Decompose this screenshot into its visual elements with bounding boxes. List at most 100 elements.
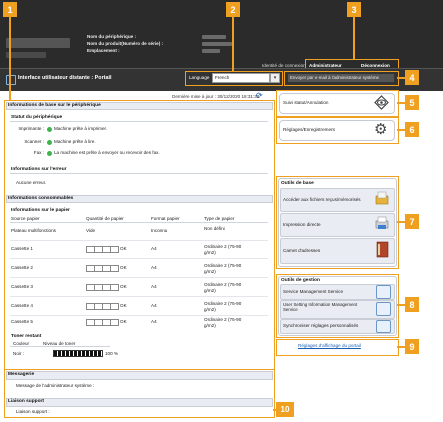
divider	[10, 173, 268, 174]
printer-status: Machine prête à imprimer.	[54, 126, 108, 131]
tool-label: Synchroniser réglages personnalisés	[283, 323, 359, 328]
portal-icon	[6, 75, 16, 85]
header-top	[0, 0, 443, 68]
callout-marker: 1	[3, 2, 17, 17]
location-label: Emplacement :	[87, 48, 120, 53]
location-value	[202, 49, 220, 53]
language-select[interactable]: French	[212, 73, 270, 83]
scanner-status: Machine prête à lire.	[54, 139, 96, 144]
address-book-icon	[374, 241, 390, 259]
paper-qty: OK	[120, 246, 127, 251]
paper-type: Ordinaire 2 (75-90 g/m2)	[204, 282, 242, 293]
tool-label: User Setting Information Management Serv…	[283, 302, 358, 313]
paper-qty: OK	[120, 303, 127, 308]
messages-text: Message de l'administrateur système :	[16, 383, 95, 388]
messages-title: Messagerie	[8, 372, 35, 377]
callout-marker: 3	[347, 2, 361, 17]
callout-marker: 2	[226, 2, 240, 17]
tool-label: Accéder aux fichiers reçus/mémorisés	[283, 197, 361, 202]
paper-type: Ordinaire 2 (75-90 g/m2)	[204, 301, 242, 312]
paper-format: A4	[151, 319, 157, 324]
callout-3-leader	[353, 14, 355, 59]
paper-type: Ordinaire 2 (75-90 g/m2)	[204, 317, 242, 328]
basic-info-title: Informations de base sur le périphérique	[8, 103, 101, 108]
divider	[10, 121, 268, 122]
status-monitor-label: Suivi statut/Annulation	[283, 100, 329, 105]
toner-percent: 100 %	[105, 351, 119, 356]
callout-marker: 8	[405, 297, 419, 312]
row-divider	[10, 296, 268, 297]
error-text: Aucune erreur.	[16, 180, 47, 185]
paper-format: A4	[151, 284, 157, 289]
error-title: Informations sur l'erreur	[11, 167, 67, 172]
paper-format: A4	[151, 265, 157, 270]
tool-label: Service Management Service	[283, 289, 344, 294]
monitor-icon	[376, 320, 391, 333]
file-box-icon	[374, 190, 390, 206]
toner-color: Noir :	[13, 351, 24, 356]
callout-marker: 10	[276, 402, 294, 417]
paper-source: Cassette 5	[11, 319, 33, 324]
paper-qty: OK	[120, 284, 127, 289]
status-title: Statut du périphérique	[11, 115, 63, 120]
device-name-value	[202, 35, 226, 39]
paper-qty: Vide	[86, 228, 96, 233]
callout-7-leader	[397, 221, 405, 223]
callout-6-leader	[397, 129, 405, 131]
paper-info-title: Informations sur le papier	[11, 208, 70, 213]
toner-level-bar	[53, 350, 103, 357]
callout-marker: 4	[405, 70, 419, 85]
messages-header	[6, 371, 273, 380]
support-text: Liaison support :	[16, 409, 50, 414]
paper-level-box	[110, 284, 119, 291]
mgmt-tools-title: Outils de gestion	[281, 278, 320, 283]
consumables-title: Informations consommables	[8, 196, 74, 201]
row-divider	[10, 277, 268, 278]
printer-icon	[374, 215, 390, 231]
paper-level-box	[110, 303, 119, 310]
paper-source: Plateau multifonctions	[11, 228, 56, 233]
callout-marker: 6	[405, 122, 419, 137]
callout-4-leader	[397, 77, 405, 79]
portal-settings-link[interactable]: Réglages d'affichage du portail	[298, 343, 361, 348]
paper-level-box	[110, 319, 119, 326]
fax-label: Fax :	[33, 150, 44, 155]
settings-label: Réglages/Enregistrement	[283, 127, 335, 132]
status-ok-icon	[47, 127, 52, 132]
paper-table: Source papier Quantité de papier Format …	[10, 215, 268, 330]
callout-2-leader	[232, 14, 234, 71]
paper-format: Inconnu	[151, 228, 168, 233]
callout-8-leader	[397, 304, 405, 306]
product-name-label: Nom du produit(Numéro de série) :	[87, 41, 164, 46]
email-admin-button[interactable]: Envoyer par e-mail à l'administrateur sy…	[288, 74, 394, 82]
monitor-icon	[376, 285, 391, 299]
logo-blur	[6, 38, 70, 48]
callout-9-leader	[397, 346, 405, 348]
basic-tools-title: Outils de base	[281, 181, 314, 186]
eye-icon	[374, 95, 389, 110]
callout-5-leader	[397, 102, 405, 104]
divider	[10, 222, 268, 223]
gear-icon: ⚙	[374, 121, 388, 138]
column-header-qty: Quantité de papier	[86, 216, 124, 221]
callout-1-leader	[9, 14, 11, 100]
row-divider	[10, 258, 268, 259]
toner-level-fill	[54, 351, 102, 356]
paper-source: Cassette 1	[11, 246, 33, 251]
status-ok-icon	[47, 151, 52, 156]
chevron-down-icon[interactable]: ▾	[270, 73, 280, 83]
paper-format: A4	[151, 246, 157, 251]
product-name-value	[202, 42, 232, 46]
device-name-label: Nom du périphérique :	[87, 34, 137, 39]
row-divider	[10, 315, 268, 316]
status-ok-icon	[47, 140, 52, 145]
column-header-format: Format papier	[151, 216, 180, 221]
printer-label: Imprimante :	[18, 126, 44, 131]
logo-blur-2	[6, 52, 46, 58]
paper-level-box	[110, 265, 119, 272]
support-title: Liaison support	[8, 399, 44, 404]
paper-level-box	[110, 246, 119, 253]
paper-qty: OK	[120, 319, 127, 324]
refresh-icon[interactable]: ⟳	[256, 92, 264, 100]
fax-status: La machine est prête à envoyer ou recevo…	[54, 150, 160, 155]
